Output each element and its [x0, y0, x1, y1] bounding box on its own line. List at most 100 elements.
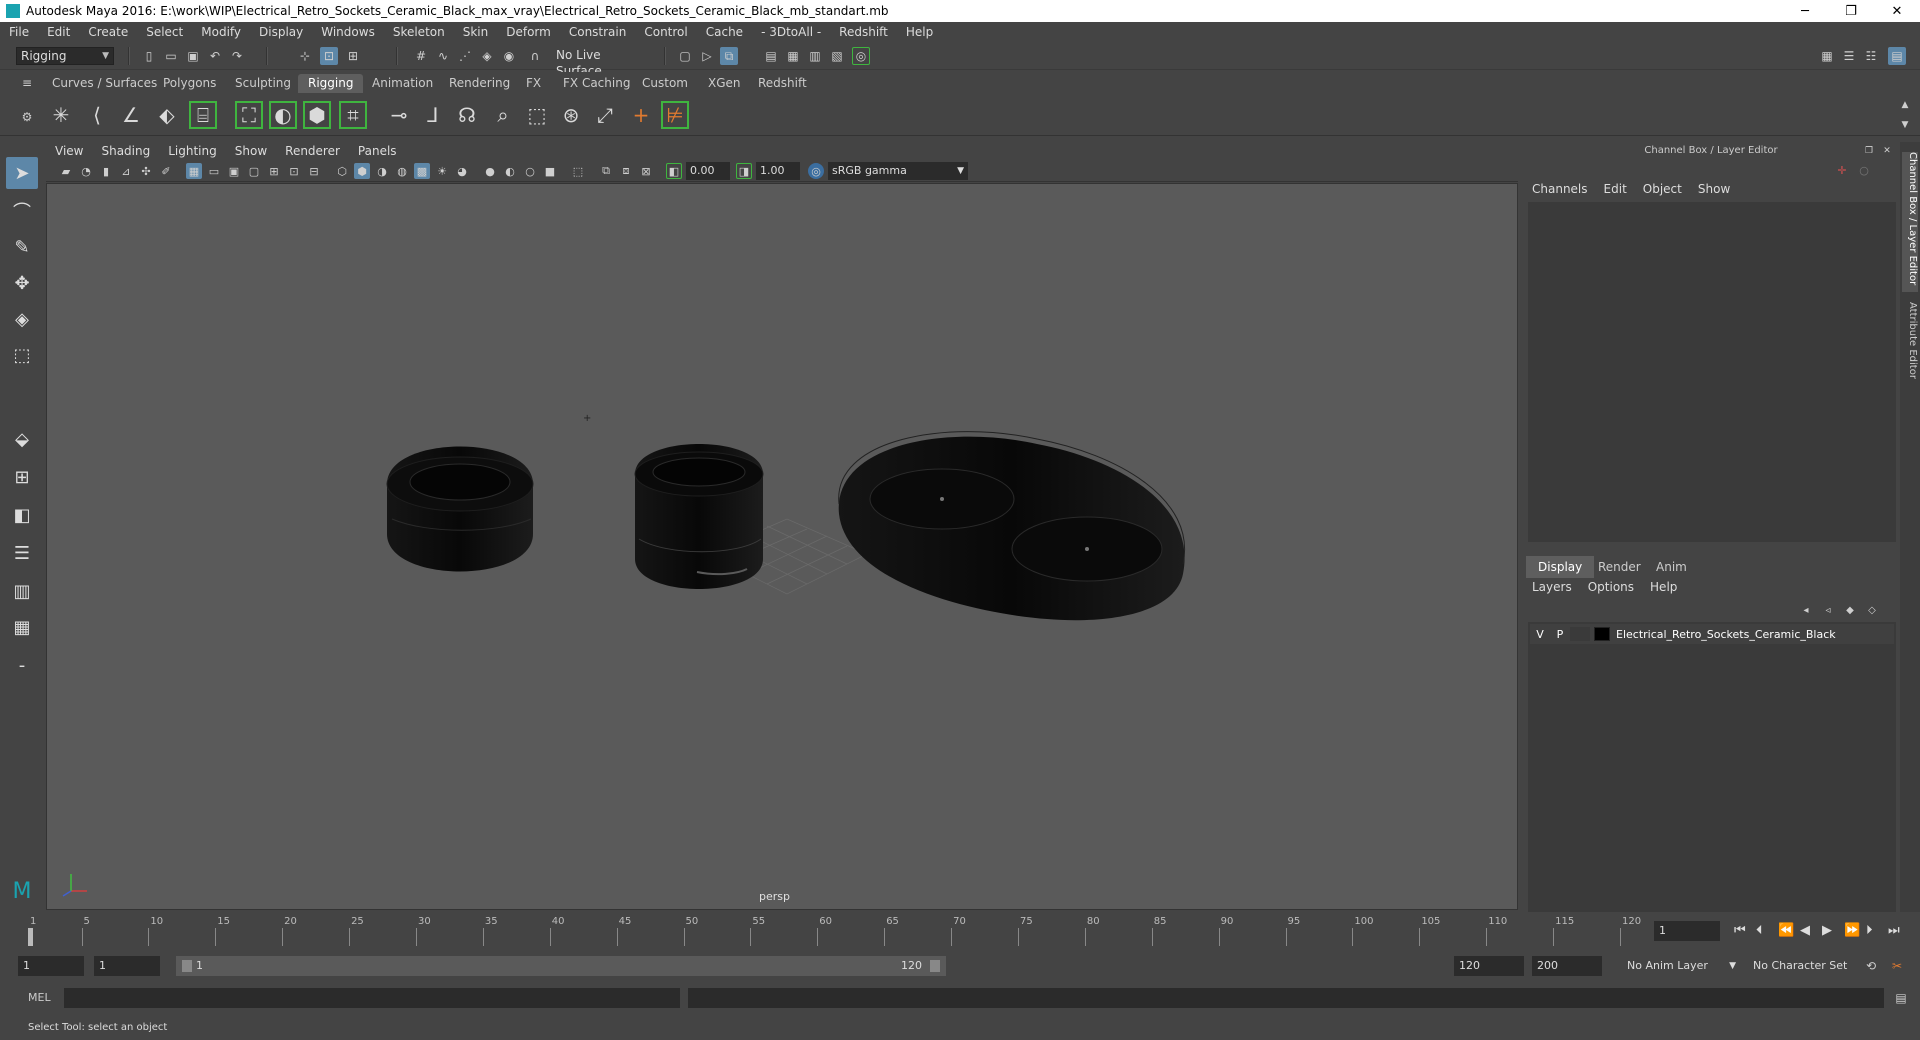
resolution-gate-icon[interactable]: ▣: [226, 163, 242, 179]
workspace-icon[interactable]: ▦: [1818, 47, 1836, 65]
select-object-icon[interactable]: ⊡: [320, 47, 338, 65]
motion-blur-icon[interactable]: ◐: [502, 163, 518, 179]
step-back-frame-icon[interactable]: ⏴: [1756, 923, 1763, 938]
make-live-icon[interactable]: ◉: [500, 47, 518, 65]
film-gate-icon[interactable]: ▭: [206, 163, 222, 179]
save-scene-icon[interactable]: ▣: [184, 47, 202, 65]
output-ops-icon[interactable]: ▷: [698, 47, 716, 65]
lasso-tool-icon[interactable]: ⌒: [6, 195, 38, 227]
menu-create[interactable]: Create: [79, 25, 137, 39]
help-menu[interactable]: Help: [1642, 580, 1685, 598]
cluster-icon[interactable]: ⊸: [384, 100, 414, 130]
two-d-pan-zoom-icon[interactable]: ✣: [138, 163, 154, 179]
channels-menu[interactable]: Channels: [1524, 182, 1596, 200]
menu-modify[interactable]: Modify: [192, 25, 250, 39]
viewport-menu-show[interactable]: Show: [226, 144, 276, 158]
shelf-tab-fx-caching[interactable]: FX Caching: [553, 74, 640, 93]
tab-render[interactable]: Render: [1586, 556, 1653, 578]
menu-edit[interactable]: Edit: [38, 25, 79, 39]
xray-active-components-icon[interactable]: ⧈: [618, 163, 634, 179]
playback-start-field[interactable]: 1: [94, 956, 160, 976]
menu-windows[interactable]: Windows: [312, 25, 384, 39]
shelf-tab-animation[interactable]: Animation: [362, 74, 443, 93]
character-set-dropdown[interactable]: No Character Set: [1748, 956, 1858, 976]
field-chart-icon[interactable]: ⊞: [266, 163, 282, 179]
menu-constrain[interactable]: Constrain: [560, 25, 636, 39]
smooth-bind-icon[interactable]: ◐: [268, 100, 298, 130]
move-layer-down-icon[interactable]: ◃: [1820, 602, 1836, 618]
menu-control[interactable]: Control: [635, 25, 696, 39]
rotate-tool-icon[interactable]: ◈: [6, 303, 38, 335]
magnet-icon[interactable]: ∩: [526, 47, 544, 65]
channels-show-menu[interactable]: Show: [1690, 182, 1738, 200]
use-all-lights-icon[interactable]: ☀: [434, 163, 450, 179]
smooth-shade-icon[interactable]: ⬢: [354, 163, 370, 179]
shelf-options-icon[interactable]: ⚙: [18, 108, 36, 126]
menu-redshift[interactable]: Redshift: [830, 25, 897, 39]
undo-icon[interactable]: ↶: [206, 47, 224, 65]
grease-pencil-icon[interactable]: ✐: [158, 163, 174, 179]
shelf-tab-rigging[interactable]: Rigging: [298, 74, 364, 93]
channel-box-area[interactable]: [1528, 202, 1896, 542]
range-handle-start[interactable]: [182, 960, 192, 972]
outliner-layout-icon[interactable]: ☰: [6, 537, 38, 569]
select-component-icon[interactable]: ⊞: [344, 47, 362, 65]
layer-row[interactable]: V P Electrical_Retro_Sockets_Ceramic_Bla…: [1530, 624, 1894, 644]
go-to-end-icon[interactable]: ⏭: [1888, 923, 1900, 938]
wrap-icon[interactable]: ⌕: [488, 100, 518, 130]
close-panel-icon[interactable]: ✕: [1880, 144, 1894, 158]
gate-mask-icon[interactable]: ▢: [246, 163, 262, 179]
menu-3dtoall[interactable]: - 3DtoAll -: [752, 25, 830, 39]
gamma-field[interactable]: 1.00: [756, 162, 800, 180]
menu-skin[interactable]: Skin: [454, 25, 498, 39]
two-view-layout-icon[interactable]: ◧: [6, 499, 38, 531]
exposure-icon[interactable]: ◧: [666, 163, 682, 179]
step-forward-frame-icon[interactable]: ⏵: [1866, 923, 1873, 938]
layer-color-swatch[interactable]: [1594, 627, 1610, 641]
step-forward-key-icon[interactable]: ⏩: [1844, 923, 1860, 938]
ik-handle-icon[interactable]: ∠: [116, 100, 146, 130]
render-settings-icon[interactable]: ▥: [806, 47, 824, 65]
xray-joints-icon[interactable]: ⧉: [598, 163, 614, 179]
manipulator-icon[interactable]: ✛: [1834, 162, 1850, 178]
live-surface-field[interactable]: No Live Surface: [552, 47, 644, 78]
shelf-tab-sculpting[interactable]: Sculpting: [225, 74, 301, 93]
wire-icon[interactable]: ☊: [452, 100, 482, 130]
menu-set-dropdown[interactable]: Rigging ▼: [16, 47, 114, 65]
speed-icon[interactable]: ○: [1856, 162, 1872, 178]
point-constraint-icon[interactable]: ⤢: [590, 100, 620, 130]
view-transform-dropdown[interactable]: sRGB gamma ▼: [828, 162, 968, 180]
open-scene-icon[interactable]: ▭: [162, 47, 180, 65]
layer-display-type-toggle[interactable]: [1570, 627, 1590, 641]
close-button[interactable]: ✕: [1874, 4, 1920, 19]
options-menu[interactable]: Options: [1580, 580, 1642, 598]
new-layer-selected-icon[interactable]: ◇: [1864, 602, 1880, 618]
select-hierarchy-icon[interactable]: ⊹: [296, 47, 314, 65]
single-perspective-layout-icon[interactable]: ⬙: [6, 423, 38, 455]
viewport-menu-shading[interactable]: Shading: [92, 144, 159, 158]
script-editor-icon[interactable]: ▤: [1892, 989, 1910, 1007]
isolate-select-icon[interactable]: ⬚: [570, 163, 586, 179]
minimize-button[interactable]: ─: [1782, 4, 1828, 19]
menu-select[interactable]: Select: [137, 25, 192, 39]
ipr-render-icon[interactable]: ▦: [784, 47, 802, 65]
shelf-scroll-up-icon[interactable]: ▲: [1896, 96, 1914, 114]
time-ruler[interactable]: 1 5 10 15 20 25 30 35 40 45 50 55 60 65 70 75 80 85 90 95 10…: [28, 914, 1641, 948]
layer-playback-toggle[interactable]: P: [1550, 628, 1570, 641]
interactive-bind-icon[interactable]: ⬢: [302, 100, 332, 130]
hypershade-icon[interactable]: ▧: [828, 47, 846, 65]
exposure-field[interactable]: 0.00: [686, 162, 730, 180]
textured-icon[interactable]: ▩: [414, 163, 430, 179]
new-empty-layer-icon[interactable]: ◆: [1842, 602, 1858, 618]
shelf-tab-curves-surfaces[interactable]: Curves / Surfaces: [42, 74, 167, 93]
ik-spline-icon[interactable]: ⬖: [152, 100, 182, 130]
viewport-menu-lighting[interactable]: Lighting: [159, 144, 226, 158]
grid-toggle-icon[interactable]: ▦: [186, 163, 202, 179]
bookmark-icon[interactable]: ▮: [98, 163, 114, 179]
lattice-icon[interactable]: ⅃: [418, 100, 448, 130]
new-scene-icon[interactable]: ▯: [140, 47, 158, 65]
snap-view-plane-icon[interactable]: ◈: [478, 47, 496, 65]
command-language-label[interactable]: MEL: [28, 991, 51, 1004]
anim-layer-dropdown[interactable]: No Anim Layer ▼: [1622, 956, 1738, 976]
channels-edit-menu[interactable]: Edit: [1596, 182, 1635, 200]
